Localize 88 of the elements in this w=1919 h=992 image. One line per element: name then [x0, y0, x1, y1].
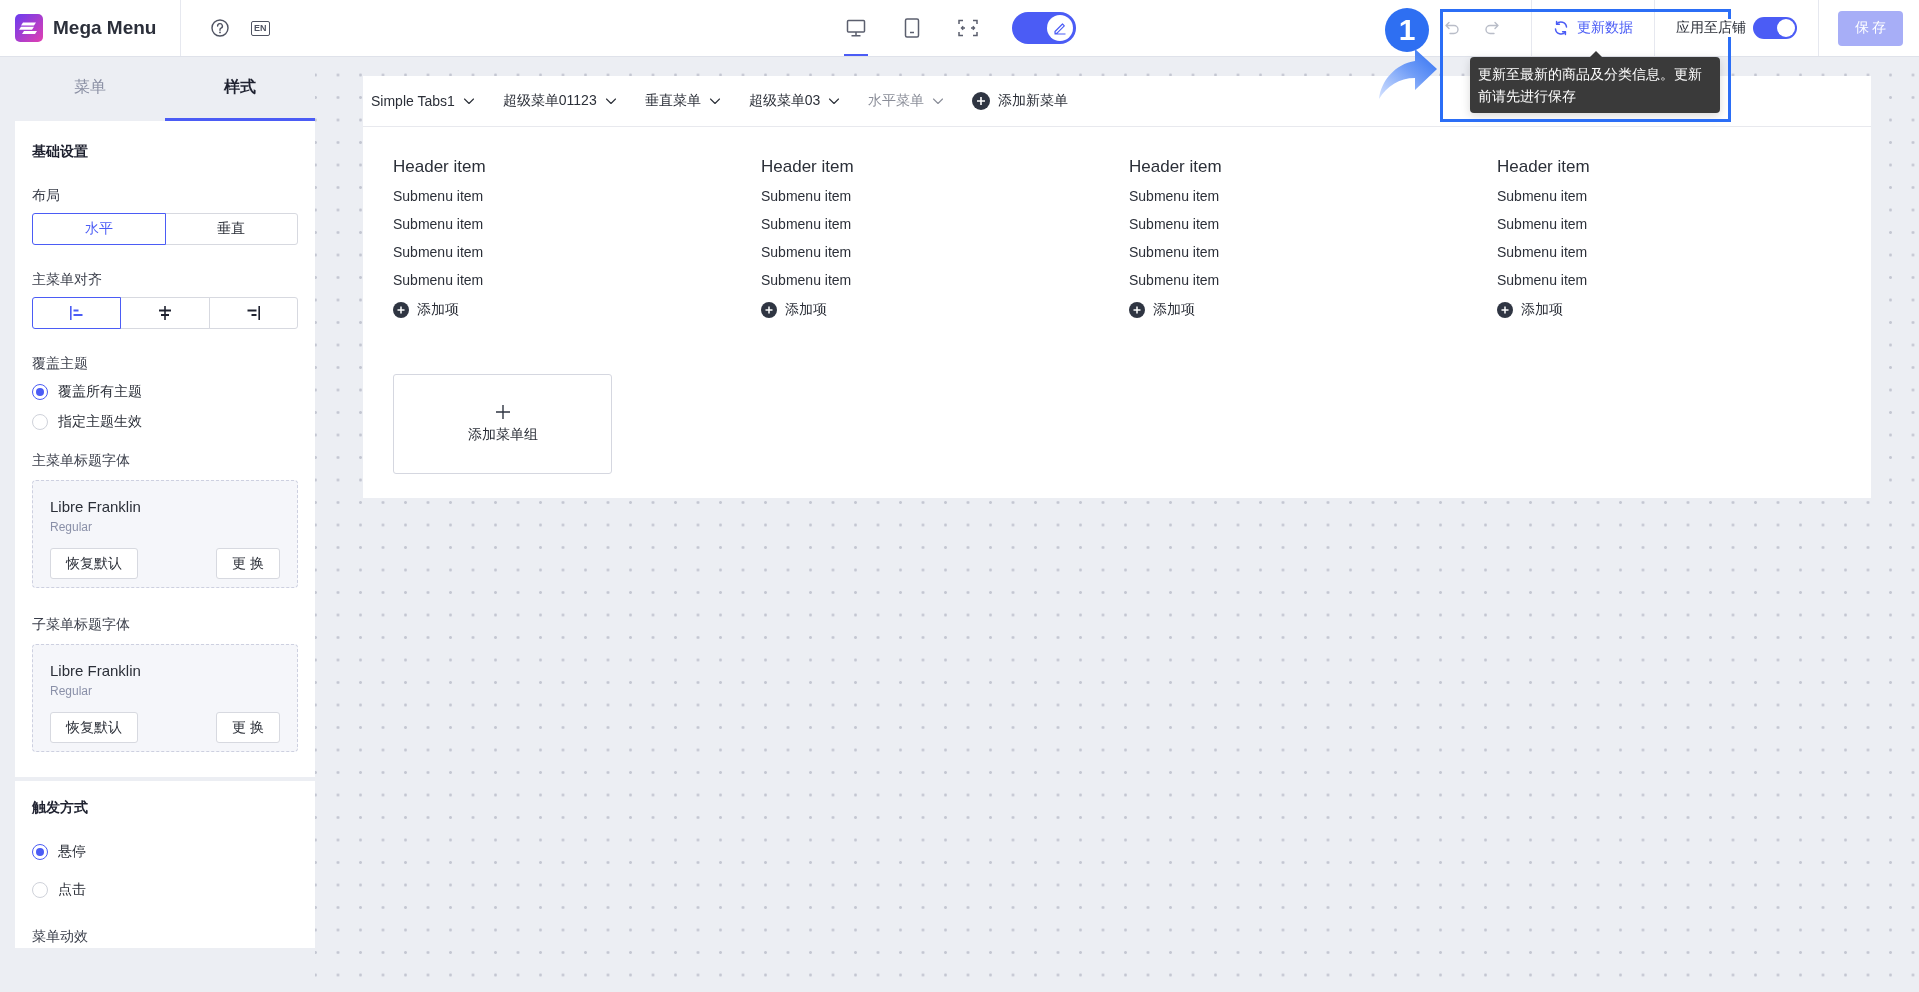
tooltip: 更新至最新的商品及分类信息。更新前请先进行保存 [1470, 57, 1720, 113]
font-style: Regular [50, 519, 94, 535]
submenu-item: Submenu item [1497, 243, 1588, 262]
font-style: Regular [50, 683, 94, 699]
font-action-button[interactable]: 更 换 [216, 548, 280, 579]
column-header: Header item [761, 156, 854, 178]
curved-arrow [1378, 48, 1438, 100]
chevron-down-icon [708, 95, 721, 107]
plus-icon [494, 404, 511, 420]
submenu-item: Submenu item [393, 215, 484, 234]
align-left-icon [68, 305, 85, 321]
column-header: Header item [1129, 156, 1222, 178]
segment-button[interactable]: 水平 [32, 213, 166, 245]
submenu-item: Submenu item [761, 243, 852, 262]
monitor-icon [845, 18, 866, 38]
field-label: 主菜单标题字体 [32, 451, 131, 470]
apply-to-store-label: 应用至店铺 [1676, 19, 1746, 37]
plus-circle-icon [1129, 302, 1145, 318]
logo-icon [15, 14, 43, 42]
field-label: 菜单动效 [32, 927, 89, 946]
add-item-button[interactable]: 添加项 [393, 298, 459, 322]
plus-circle-icon [972, 92, 991, 110]
chevron-down-icon [462, 95, 475, 107]
align-right-icon [245, 305, 262, 321]
toggle-switch[interactable] [1753, 17, 1797, 39]
column-header: Header item [393, 156, 486, 178]
submenu-item: Submenu item [1497, 215, 1588, 234]
section-title: 触发方式 [32, 798, 89, 817]
add-item-button[interactable]: 添加项 [1497, 298, 1563, 322]
align-left-button[interactable] [32, 297, 122, 329]
submenu-item: Submenu item [1129, 187, 1220, 206]
submenu-item: Submenu item [1129, 243, 1220, 262]
font-action-button[interactable]: 更 换 [216, 712, 280, 743]
submenu-item: Submenu item [393, 187, 484, 206]
field-label: 主菜单对齐 [32, 270, 103, 289]
submenu-item: Submenu item [761, 215, 852, 234]
menu-tab[interactable]: Simple Tabs1 [371, 93, 475, 109]
plus-circle-icon [761, 302, 777, 318]
submenu-item: Submenu item [393, 243, 484, 262]
segment-button[interactable]: 垂直 [164, 213, 298, 245]
pencil-icon [1052, 21, 1067, 35]
menu-tab[interactable]: 水平菜单 [868, 92, 945, 110]
column-header: Header item [1497, 156, 1590, 178]
radio-button[interactable] [32, 844, 48, 860]
submenu-item: Submenu item [761, 271, 852, 290]
font-action-button[interactable]: 恢复默认 [50, 548, 138, 579]
submenu-item: Submenu item [1129, 215, 1220, 234]
font-name: Libre Franklin [50, 497, 142, 517]
language-button[interactable]: EN [251, 20, 270, 36]
menu-tab[interactable]: 超级菜单01123 [502, 92, 617, 110]
chevron-down-icon [604, 95, 617, 107]
menu-tab[interactable]: 超级菜单03 [748, 92, 841, 110]
field-label: 覆盖主题 [32, 354, 89, 373]
refresh-icon [1553, 20, 1569, 36]
edit-mode-toggle[interactable] [1011, 12, 1076, 44]
field-label: 子菜单标题字体 [32, 615, 131, 634]
submenu-item: Submenu item [1129, 271, 1220, 290]
add-item-button[interactable]: 添加项 [1129, 298, 1195, 322]
chevron-down-icon [828, 95, 841, 107]
radio-label: 覆盖所有主题 [58, 383, 142, 401]
radio-label: 点击 [58, 881, 86, 899]
app-title: Mega Menu [53, 17, 157, 39]
add-item-button[interactable]: 添加项 [761, 298, 827, 322]
add-group-button[interactable]: 添加菜单组 [393, 374, 612, 474]
radio-label: 悬停 [58, 843, 86, 861]
align-right-button[interactable] [208, 297, 298, 329]
submenu-item: Submenu item [1497, 187, 1588, 206]
radio-label: 指定主题生效 [58, 413, 142, 431]
redo-icon [1484, 20, 1500, 36]
align-center-button[interactable] [120, 297, 210, 329]
align-center-icon [157, 305, 173, 321]
update-data-button[interactable]: 更新数据 [1553, 19, 1633, 37]
font-name: Libre Franklin [50, 661, 142, 681]
font-action-button[interactable]: 恢复默认 [50, 712, 138, 743]
help-icon[interactable] [211, 19, 229, 37]
plus-circle-icon [1497, 302, 1513, 318]
chevron-down-icon [932, 95, 945, 107]
plus-circle-icon [393, 302, 409, 318]
submenu-item: Submenu item [761, 187, 852, 206]
menu-tab[interactable]: 垂直菜单 [644, 92, 721, 110]
radio-button[interactable] [32, 384, 48, 400]
add-menu-button[interactable]: 添加新菜单 [972, 92, 1069, 110]
field-label: 布局 [32, 186, 61, 205]
submenu-item: Submenu item [393, 271, 484, 290]
undo-icon [1444, 20, 1460, 36]
section-title: 基础设置 [32, 142, 89, 161]
submenu-item: Submenu item [1497, 271, 1588, 290]
expand-width-icon [957, 18, 978, 38]
